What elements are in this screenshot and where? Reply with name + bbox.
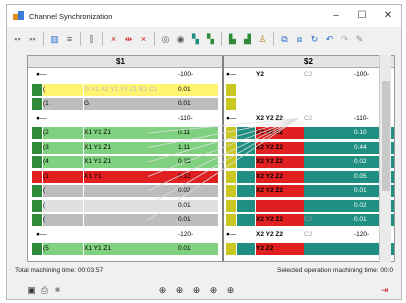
zoom-out-icon[interactable]: ⊕ [173,284,186,297]
toolbar-separator [80,32,81,46]
app-icon [13,11,25,21]
total-time: Total machining time: 00:03:57 [15,267,104,274]
scale-icon[interactable]: ▦ [51,284,64,297]
export-icon[interactable]: ⧉ [278,33,291,46]
sync-icon[interactable]: ◎ [159,33,172,46]
chart-icon[interactable]: ▙ [226,33,239,46]
sync-link [147,118,299,148]
selected-time: Selected operation machining time: 00:0 [277,267,393,274]
scroll-thumb[interactable] [382,81,390,191]
person-icon[interactable]: ♙ [256,33,269,46]
sync-grid: $1 $2 ●— -100- ●— Y2 C2 -100-(G X1 X2 Y1 Y2 Z… [27,55,395,262]
toolbar-separator [102,32,103,46]
sync-link [147,118,299,206]
remove-icon[interactable]: × [107,33,120,46]
vertical-scrollbar[interactable] [379,55,391,262]
close-icon: ✕ [383,10,393,21]
zoom-in-icon[interactable]: ⊕ [156,284,169,297]
maximize-icon: ☐ [357,10,367,21]
close-button[interactable]: ✕ [377,9,399,23]
channel-sync-window: Channel Synchronization – ☐ ✕ ▪▪ ▪▪ ▥ ≡ … [6,4,402,300]
undo-icon[interactable]: ↶ [323,33,336,46]
toolbar: ▪▪ ▪▪ ▥ ≡ ⫿ × ⇹ × ◎ ◉ ▚ ▚ ▙ ▟ ♙ ⧉ ⧈ ↻ ↶ … [7,27,401,51]
sync-link [147,118,299,177]
maximize-button[interactable]: ☐ [351,9,373,23]
channel-color-icon[interactable]: ▚ [189,33,202,46]
sync-links [147,118,299,221]
zoom-area-icon[interactable]: ⊕ [224,284,237,297]
bottom-toolbar: ▣ ⎙ ▦ ⊕ ⊕ ⊕ ⊕ ⊕ ⇥ [7,281,401,299]
chart2-icon[interactable]: ▟ [241,33,254,46]
toolbar-separator [154,32,155,46]
title-bar: Channel Synchronization – ☐ ✕ [7,5,401,27]
sync-link [147,118,299,163]
exit-icon[interactable]: ⇥ [378,284,391,297]
minimize-icon: – [333,10,339,21]
channel-color2-icon[interactable]: ▚ [204,33,217,46]
sync-link [147,118,299,192]
toolbar-separator [273,32,274,46]
toolbar-separator [221,32,222,46]
settings-icon[interactable]: ✎ [353,33,366,46]
window-title: Channel Synchronization [29,11,113,21]
layout-icon[interactable]: ▪▪ [11,33,24,46]
align-icon[interactable]: ⫿ [85,33,98,46]
zoom-reset-icon[interactable]: ⊕ [207,284,220,297]
zoom-group: ⊕ ⊕ ⊕ ⊕ ⊕ [156,284,237,297]
channel-view-icon[interactable]: ▥ [48,33,61,46]
zoom-fit-icon[interactable]: ⊕ [190,284,203,297]
layout2-icon[interactable]: ▪▪ [26,33,39,46]
import-icon[interactable]: ⧈ [293,33,306,46]
print-icon[interactable]: ⎙ [38,284,51,297]
refresh-icon[interactable]: ↻ [308,33,321,46]
save-icon[interactable]: ▣ [25,284,38,297]
sync-link [147,118,299,221]
remove-sync-icon[interactable]: ⇹ [122,33,135,46]
toolbar-separator [43,32,44,46]
redo-icon[interactable]: ↷ [338,33,351,46]
list-icon[interactable]: ≡ [63,33,76,46]
sync-link [147,118,299,134]
remove-all-icon[interactable]: × [137,33,150,46]
minimize-button[interactable]: – [325,9,347,23]
sync2-icon[interactable]: ◉ [174,33,187,46]
